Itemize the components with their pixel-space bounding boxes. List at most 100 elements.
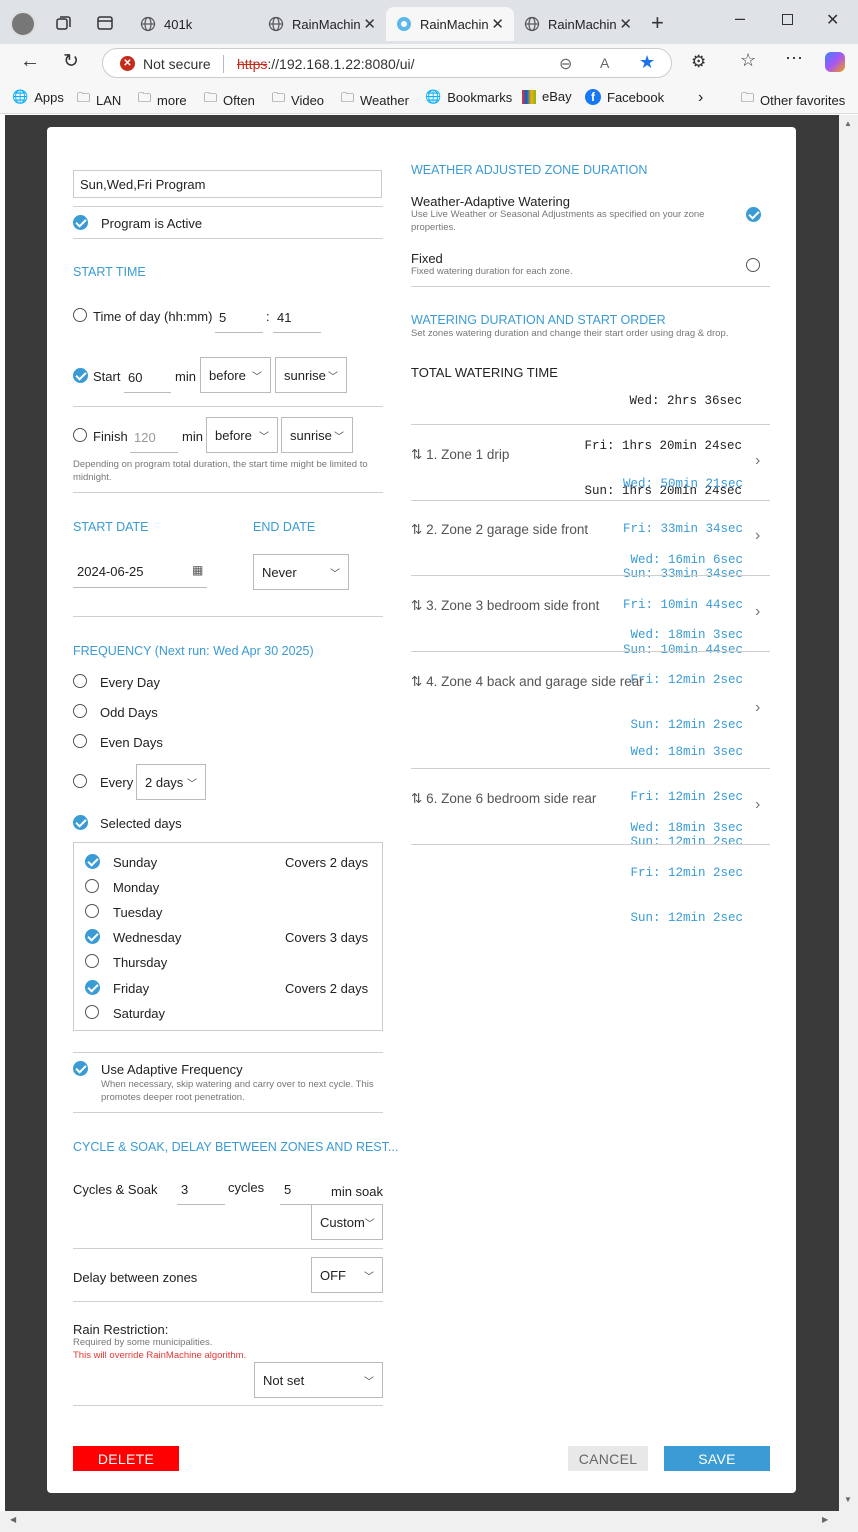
thursday-checkbox[interactable] [85, 954, 99, 968]
horizontal-scrollbar[interactable]: ◀ ▶ [0, 1511, 858, 1532]
weather-adaptive-label: Weather-Adaptive Watering [411, 194, 570, 209]
tab-rainmachine-active[interactable]: RainMachine ✕ [386, 7, 514, 41]
favorites-icon[interactable]: ☆ [740, 50, 756, 71]
bookmark-weather[interactable]: 🗀 Weather [341, 89, 409, 111]
monday-checkbox[interactable] [85, 879, 99, 893]
tuesday-checkbox[interactable] [85, 904, 99, 918]
bookmarks-overflow-icon[interactable]: › [698, 89, 703, 107]
hour-input[interactable] [215, 303, 263, 333]
finish-radio[interactable] [73, 428, 87, 442]
fixed-radio[interactable] [746, 258, 760, 272]
copilot-icon[interactable] [825, 52, 845, 72]
bookmark-ebay[interactable]: eBay [522, 89, 572, 104]
every-n-days-select[interactable]: 2 days ﹀ [136, 764, 206, 800]
saturday-checkbox[interactable] [85, 1005, 99, 1019]
start-date-heading: START DATE [73, 520, 149, 534]
drag-handle-icon[interactable]: ⇅ [411, 522, 422, 537]
close-tab-icon[interactable]: ✕ [491, 15, 504, 33]
every-n-days-radio[interactable] [73, 774, 87, 788]
weather-adaptive-radio[interactable] [746, 207, 761, 222]
workspaces-icon[interactable] [54, 14, 72, 32]
odd-days-radio[interactable] [73, 704, 87, 718]
read-aloud-icon[interactable]: A [600, 55, 609, 71]
chevron-right-icon[interactable]: › [755, 527, 760, 545]
soak-input[interactable] [280, 1175, 328, 1205]
new-tab-icon[interactable]: + [651, 10, 664, 36]
rain-restriction-select[interactable]: Not set ﹀ [254, 1362, 383, 1398]
drag-handle-icon[interactable]: ⇅ [411, 447, 422, 462]
sunday-checkbox[interactable] [85, 854, 100, 869]
zone-row-label[interactable]: ⇅ 6. Zone 6 bedroom side rear [411, 791, 596, 807]
close-tab-icon[interactable]: ✕ [619, 15, 632, 33]
delay-select[interactable]: OFF ﹀ [311, 1257, 383, 1293]
time-of-day-label: Time of day (hh:mm) [93, 309, 213, 324]
cycle-mode-select[interactable]: Custom ﹀ [311, 1204, 383, 1240]
bookmark-other-favorites[interactable]: 🗀 Other favorites [741, 89, 845, 111]
cycles-input[interactable] [177, 1175, 225, 1205]
minimize-icon[interactable]: – [735, 8, 745, 29]
selected-days-checkbox[interactable] [73, 815, 88, 830]
favorite-star-icon[interactable]: ★ [639, 52, 655, 73]
back-icon[interactable]: ← [20, 50, 40, 73]
save-button[interactable]: SAVE [664, 1446, 770, 1471]
bookmark-apps[interactable]: 🌐 Apps [12, 89, 64, 105]
minute-input[interactable] [273, 303, 321, 333]
zoom-icon[interactable]: ⊖ [559, 54, 572, 74]
start-sunrise-select[interactable]: sunrise ﹀ [275, 357, 347, 393]
address-bar[interactable]: ✕ Not secure https://192.168.1.22:8080/u… [102, 48, 672, 78]
start-offset-input[interactable] [124, 363, 171, 393]
zone-row-label[interactable]: ⇅ 4. Zone 4 back and garage side rear [411, 674, 644, 690]
scroll-left-icon[interactable]: ◀ [10, 1515, 16, 1524]
chevron-right-icon[interactable]: › [755, 452, 760, 470]
time-of-day-radio[interactable] [73, 308, 87, 322]
profile-avatar[interactable] [10, 11, 36, 37]
start-before-checkbox[interactable] [73, 368, 88, 383]
program-name-input[interactable] [73, 170, 382, 198]
refresh-icon[interactable]: ↻ [63, 50, 79, 73]
day-covers: Covers 2 days [285, 855, 369, 870]
scroll-down-icon[interactable]: ▼ [844, 1495, 852, 1504]
bookmark-lan[interactable]: 🗀 LAN [77, 89, 121, 111]
delete-button[interactable]: DELETE [73, 1446, 179, 1471]
tab-actions-icon[interactable] [96, 14, 114, 32]
calendar-icon[interactable]: ▦ [192, 563, 203, 577]
scroll-up-icon[interactable]: ▲ [844, 119, 852, 128]
start-before-select[interactable]: before ﹀ [200, 357, 271, 393]
bookmark-more[interactable]: 🗀 more [138, 89, 187, 111]
vertical-scrollbar[interactable]: ▲ ▼ [839, 115, 858, 1511]
zone-row-label[interactable]: ⇅ 3. Zone 3 bedroom side front [411, 598, 599, 614]
scroll-right-icon[interactable]: ▶ [822, 1515, 828, 1524]
chevron-right-icon[interactable]: › [755, 699, 760, 717]
finish-offset-input[interactable] [130, 423, 178, 453]
extensions-icon[interactable]: ⚙ [691, 52, 706, 72]
drag-handle-icon[interactable]: ⇅ [411, 674, 422, 689]
drag-handle-icon[interactable]: ⇅ [411, 598, 422, 613]
bookmark-video[interactable]: 🗀 Video [272, 89, 324, 111]
zone-row-label[interactable]: ⇅ 2. Zone 2 garage side front [411, 522, 588, 538]
more-menu-icon[interactable]: ⋯ [785, 48, 803, 69]
start-date-input[interactable] [73, 556, 207, 588]
chevron-right-icon[interactable]: › [755, 603, 760, 621]
drag-handle-icon[interactable]: ⇅ [411, 791, 422, 806]
friday-checkbox[interactable] [85, 980, 100, 995]
maximize-icon[interactable] [782, 14, 793, 25]
finish-before-select[interactable]: before ﹀ [206, 417, 278, 453]
chevron-right-icon[interactable]: › [755, 796, 760, 814]
program-active-checkbox[interactable] [73, 215, 88, 230]
bookmark-bookmarks[interactable]: 🌐 Bookmarks [425, 89, 512, 105]
even-days-radio[interactable] [73, 734, 87, 748]
tab-rainmachine-1[interactable]: RainMachine ✕ [258, 7, 386, 41]
bookmark-often[interactable]: 🗀 Often [204, 89, 255, 111]
bookmark-facebook[interactable]: f Facebook [585, 89, 664, 105]
tab-rainmachine-3[interactable]: RainMachine ✕ [514, 7, 642, 41]
finish-sunrise-select[interactable]: sunrise ﹀ [281, 417, 353, 453]
adaptive-frequency-checkbox[interactable] [73, 1061, 88, 1076]
wednesday-checkbox[interactable] [85, 929, 100, 944]
every-day-radio[interactable] [73, 674, 87, 688]
zone-row-label[interactable]: ⇅ 1. Zone 1 drip [411, 447, 509, 463]
end-date-select[interactable]: Never ﹀ [253, 554, 349, 590]
close-tab-icon[interactable]: ✕ [363, 15, 376, 33]
tab-401k[interactable]: 401k [130, 7, 258, 41]
close-window-icon[interactable]: ✕ [826, 10, 839, 30]
cancel-button[interactable]: CANCEL [568, 1446, 648, 1471]
